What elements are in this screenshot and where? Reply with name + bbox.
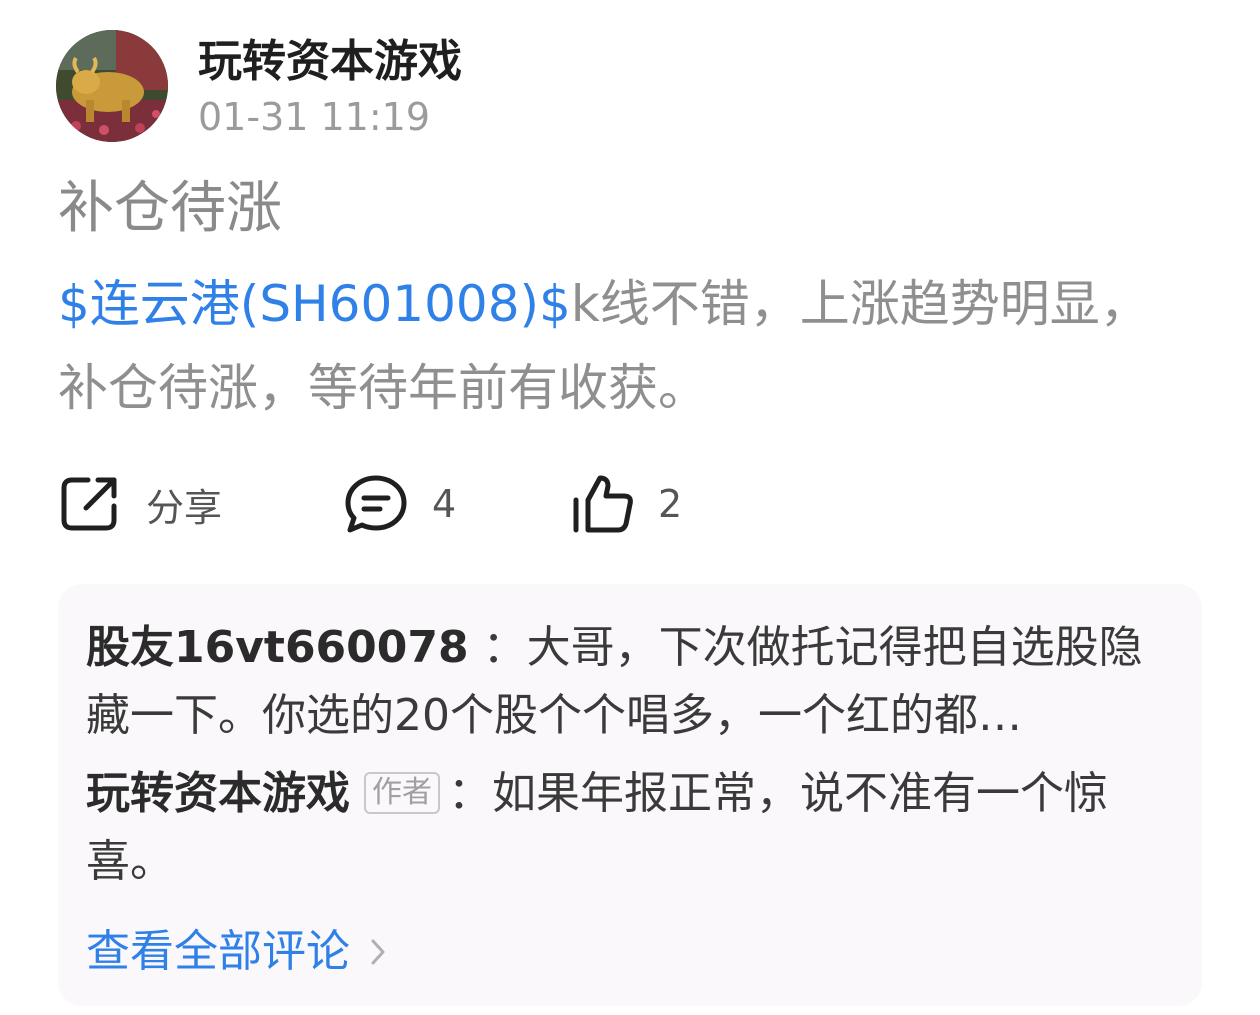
avatar-image xyxy=(56,30,168,142)
avatar[interactable] xyxy=(56,30,168,142)
share-button[interactable]: 分享 xyxy=(58,466,222,542)
post-body: $连云港(SH601008)$k线不错，上涨趋势明显，补仓待涨，等待年前有收获。 xyxy=(58,262,1178,430)
comment-icon xyxy=(345,475,407,533)
chevron-right-icon xyxy=(371,939,385,965)
share-label: 分享 xyxy=(146,485,223,530)
post-title: 补仓待涨 xyxy=(58,176,282,241)
share-icon xyxy=(61,477,117,531)
author-name[interactable]: 玩转资本游戏 xyxy=(198,34,462,90)
stock-link[interactable]: $连云港(SH601008)$ xyxy=(58,275,571,333)
like-count: 2 xyxy=(658,482,683,526)
comment-item[interactable]: 玩转资本游戏 作者 ：如果年报正常，说不准有一个惊喜。 xyxy=(86,760,1176,896)
post-time: 01-31 11:19 xyxy=(198,95,431,139)
comment-user[interactable]: 玩转资本游戏 xyxy=(86,768,350,819)
comment-button[interactable]: 4 xyxy=(344,466,456,542)
comment-separator: ： xyxy=(482,622,527,673)
comment-item[interactable]: 股友16vt660078 ：大哥，下次做托记得把自选股隐藏一下。你选的20个股个… xyxy=(86,614,1176,750)
author-badge: 作者 xyxy=(364,772,440,814)
comments-preview: 股友16vt660078 ：大哥，下次做托记得把自选股隐藏一下。你选的20个股个… xyxy=(58,584,1202,1006)
view-all-comments-link[interactable]: 查看全部评论 xyxy=(86,920,386,984)
action-bar: 分享 4 2 xyxy=(58,466,958,542)
comment-separator: ： xyxy=(448,768,492,819)
thumbs-up-icon xyxy=(573,475,633,533)
post-card: 玩转资本游戏 01-31 11:19 补仓待涨 $连云港(SH601008)$k… xyxy=(0,0,1260,1015)
view-all-label: 查看全部评论 xyxy=(86,926,350,977)
like-button[interactable]: 2 xyxy=(570,466,682,542)
comment-user[interactable]: 股友16vt660078 xyxy=(86,622,469,673)
comment-count: 4 xyxy=(432,482,457,526)
